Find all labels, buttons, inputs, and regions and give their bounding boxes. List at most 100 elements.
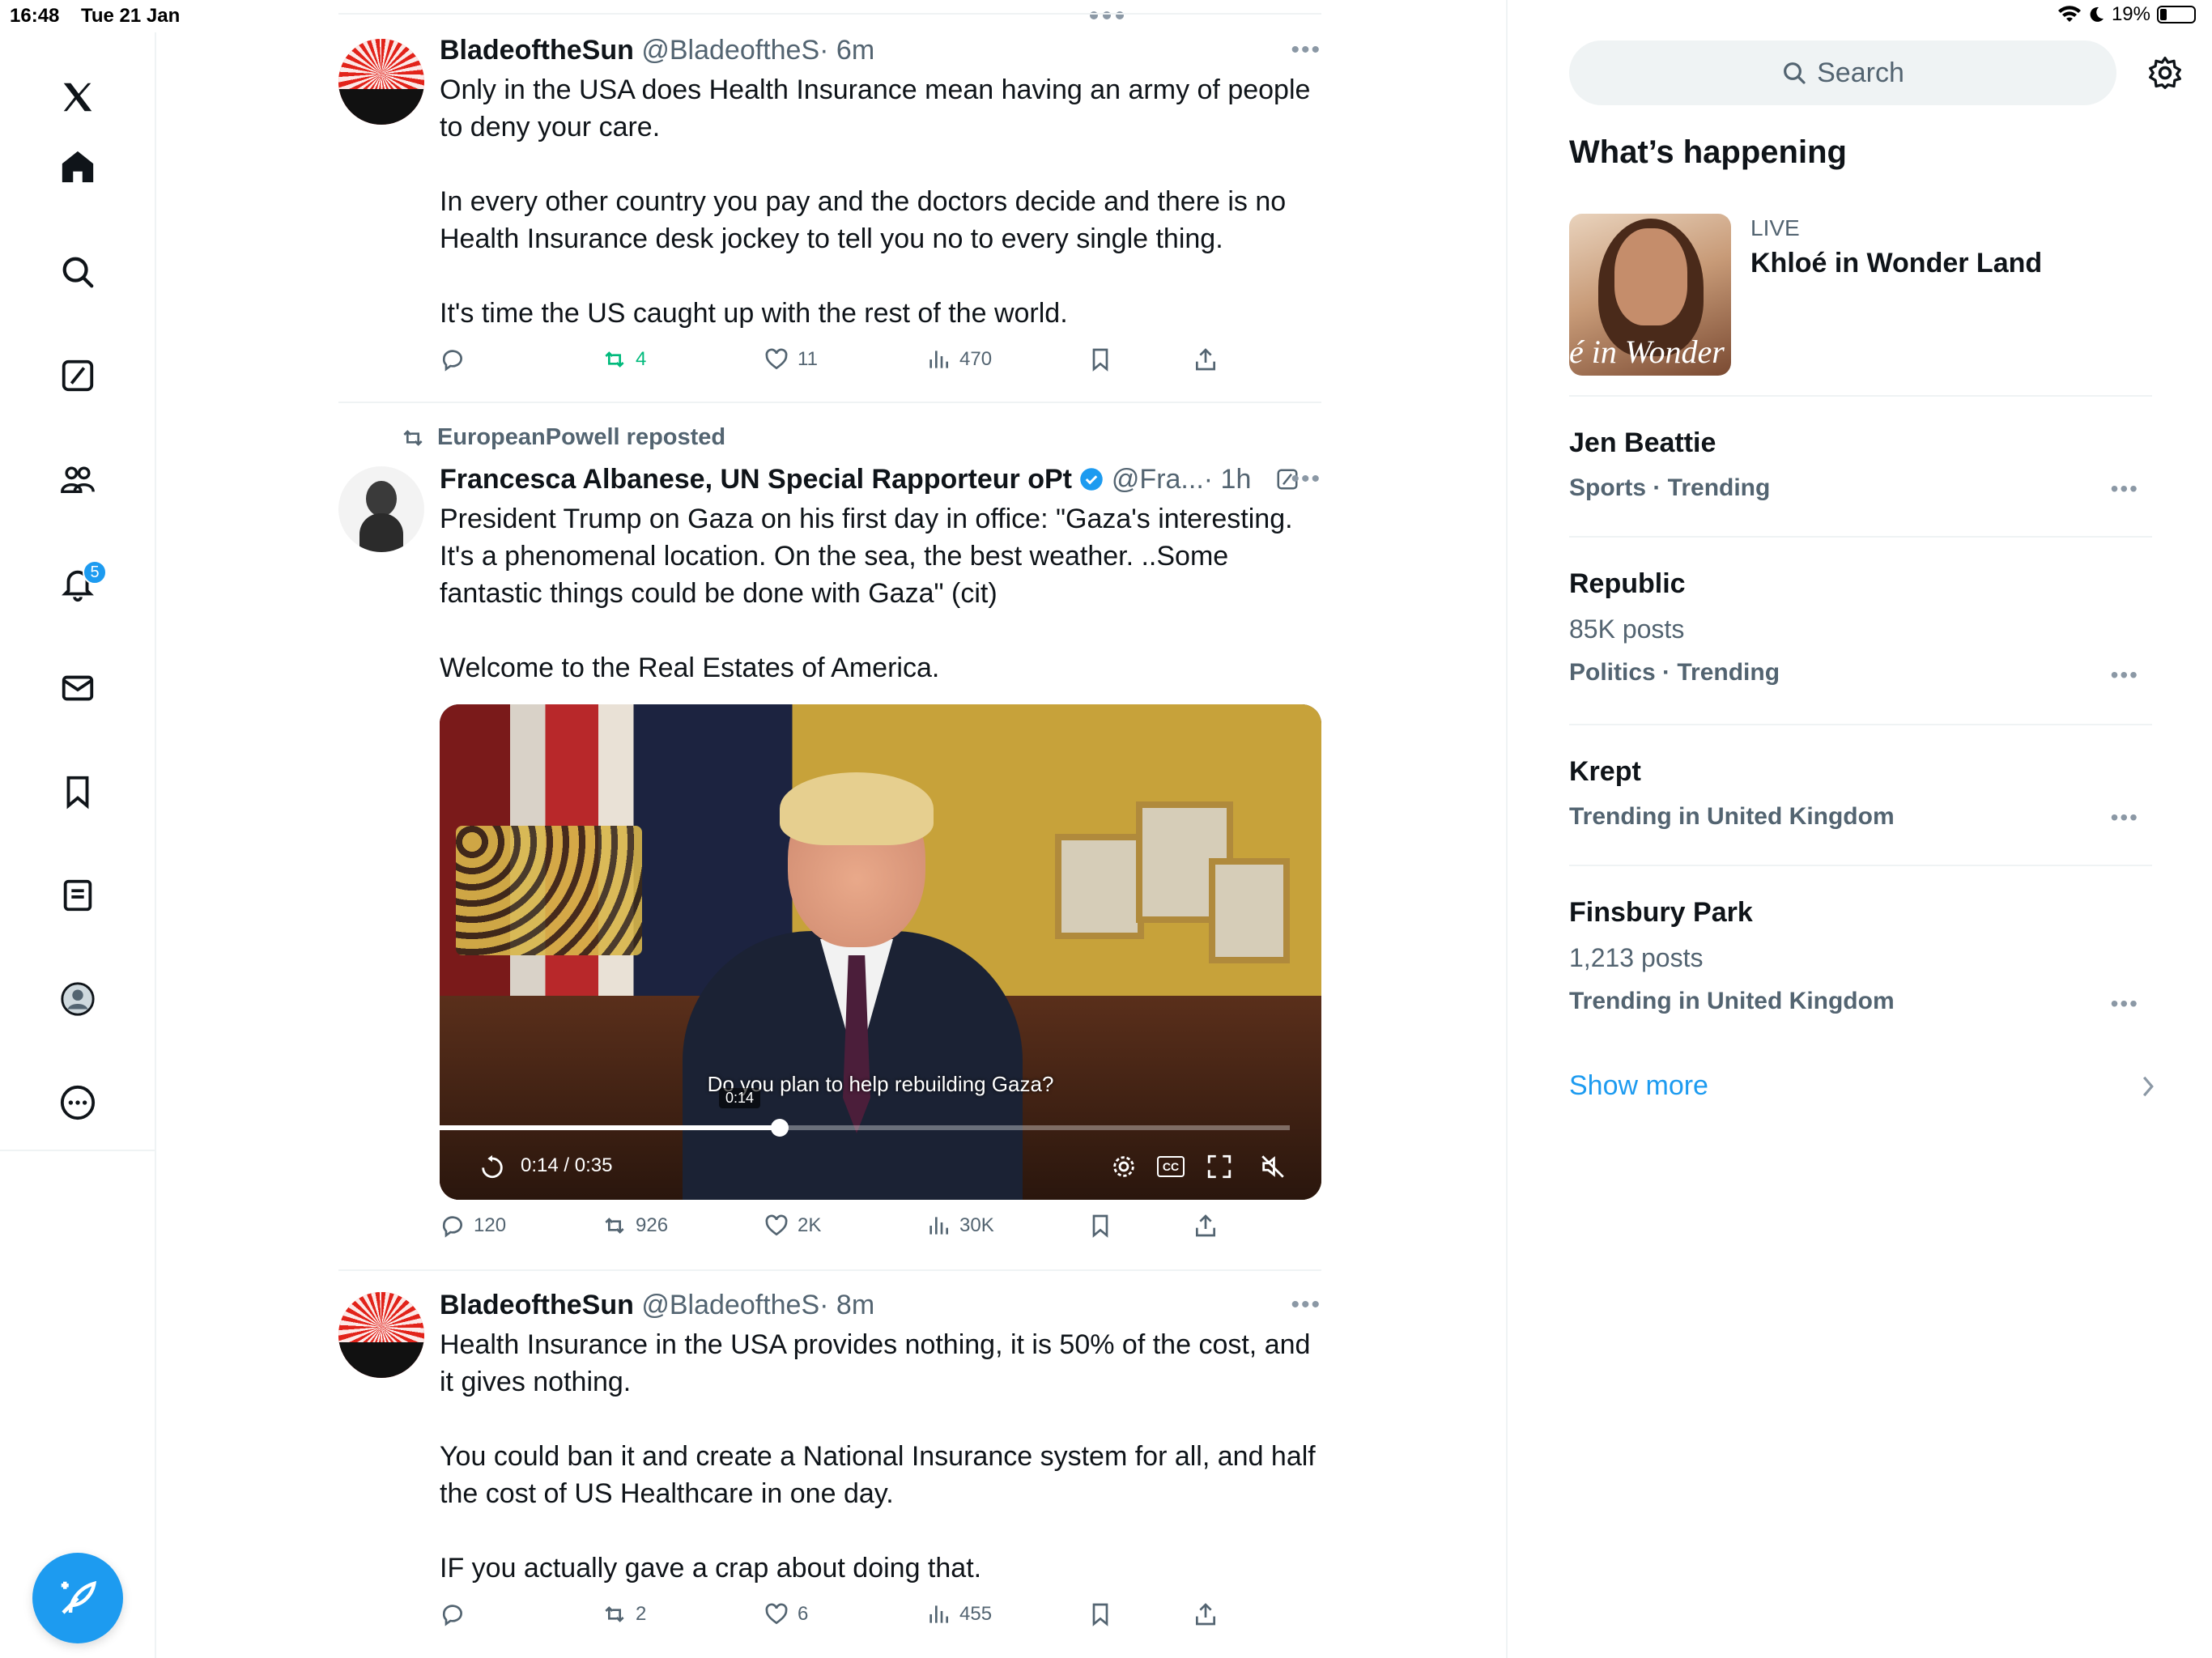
- like-count: 2K: [798, 1214, 822, 1236]
- like-button[interactable]: 11: [764, 346, 818, 372]
- live-title: Khloé in Wonder Land: [1750, 248, 2043, 278]
- more-options-icon[interactable]: •••: [1291, 1287, 1321, 1323]
- search-placeholder: Search: [1817, 57, 1904, 88]
- video-scrub-handle[interactable]: [771, 1119, 789, 1137]
- more-options-icon[interactable]: •••: [2111, 991, 2139, 1017]
- video-current-time: 0:14: [521, 1154, 559, 1176]
- views-button[interactable]: 455: [925, 1601, 992, 1627]
- more-options-icon[interactable]: •••: [2111, 805, 2139, 831]
- chevron-right-icon: [2142, 1076, 2154, 1097]
- tweet[interactable]: EuropeanPowell reposted Francesca Albane…: [338, 403, 1321, 1271]
- author-name[interactable]: BladeoftheSun: [440, 35, 634, 66]
- author-handle[interactable]: @Fra...: [1112, 464, 1204, 495]
- views-button[interactable]: 470: [925, 346, 992, 372]
- divider: [1569, 395, 2152, 397]
- avatar[interactable]: [338, 466, 424, 552]
- reply-count: 120: [474, 1214, 507, 1236]
- communities-icon[interactable]: [53, 455, 102, 504]
- tweet-text: President Trump on Gaza on his first day…: [440, 504, 1293, 683]
- reposted-by-text: EuropeanPowell reposted: [437, 424, 726, 450]
- compose-post-button[interactable]: [32, 1553, 123, 1643]
- show-more-link[interactable]: Show more: [1569, 1070, 1708, 1102]
- whats-happening-title: What’s happening: [1569, 134, 1847, 170]
- author-handle[interactable]: @BladeoftheS: [641, 1290, 819, 1320]
- repost-button[interactable]: 4: [602, 346, 646, 372]
- avatar[interactable]: [338, 1292, 424, 1378]
- settings-gear-icon[interactable]: [2147, 55, 2183, 91]
- scrub-time-tooltip: 0:14: [719, 1088, 761, 1108]
- reply-button[interactable]: 120: [440, 1213, 506, 1239]
- like-button[interactable]: 2K: [764, 1213, 821, 1239]
- more-options-icon[interactable]: •••: [2111, 662, 2139, 688]
- divider: [1569, 536, 2152, 538]
- repost-icon: [605, 1606, 624, 1622]
- more-icon[interactable]: [53, 1078, 102, 1127]
- video-time: 0:14 / 0:35: [521, 1154, 612, 1177]
- reply-button[interactable]: [440, 1601, 466, 1627]
- bookmark-button[interactable]: [1087, 1601, 1113, 1627]
- messages-icon[interactable]: [53, 664, 102, 712]
- share-button[interactable]: [1193, 1213, 1219, 1239]
- status-date: Tue 21 Jan: [81, 5, 181, 27]
- lists-icon[interactable]: [53, 871, 102, 920]
- repost-icon: [605, 1218, 624, 1234]
- author-name[interactable]: Francesca Albanese, UN Special Rapporteu…: [440, 464, 1072, 495]
- search-input[interactable]: Search: [1569, 40, 2116, 105]
- muted-speaker-icon[interactable]: [1259, 1153, 1287, 1180]
- search-icon[interactable]: [53, 248, 102, 296]
- tweet[interactable]: BladeoftheSun @BladeoftheS· 6m ••• Only …: [338, 15, 1321, 403]
- author-handle[interactable]: @BladeoftheS: [641, 35, 819, 66]
- more-options-icon[interactable]: •••: [1291, 32, 1321, 68]
- trend-title: Republic: [1569, 568, 1686, 599]
- live-event-card[interactable]: é in Wonder L LIVE Khloé in Wonder Land: [1569, 214, 2160, 376]
- more-options-icon[interactable]: •••: [2111, 476, 2139, 502]
- tweet-time[interactable]: · 1h: [1204, 464, 1252, 495]
- bookmark-button[interactable]: [1087, 1213, 1113, 1239]
- trend-item[interactable]: Republic 85K posts Politics · Trending •…: [1569, 567, 2152, 690]
- fullscreen-icon[interactable]: [1206, 1153, 1233, 1180]
- trend-item[interactable]: Krept Trending in United Kingdom •••: [1569, 755, 2152, 834]
- tweet-time[interactable]: · 6m: [819, 35, 874, 66]
- notifications-icon[interactable]: 5: [53, 560, 107, 609]
- video-controls: 0:14 / 0:35 CC: [440, 1148, 1321, 1188]
- like-button[interactable]: 6: [764, 1601, 808, 1627]
- author-name[interactable]: BladeoftheSun: [440, 1290, 634, 1320]
- share-icon: [1196, 1214, 1215, 1237]
- tweet-header: Francesca Albanese, UN Special Rapporteu…: [440, 461, 1321, 497]
- video-player[interactable]: Do you plan to help rebuilding Gaza? 0:1…: [440, 704, 1321, 1200]
- tweet-header: BladeoftheSun @BladeoftheS· 8m •••: [440, 1287, 1321, 1323]
- profile-avatar-icon[interactable]: [53, 975, 102, 1023]
- bookmark-button[interactable]: [1087, 346, 1113, 372]
- tweet[interactable]: BladeoftheSun @BladeoftheS· 8m ••• Healt…: [338, 1271, 1321, 1658]
- share-button[interactable]: [1193, 346, 1219, 372]
- reposted-by-line[interactable]: EuropeanPowell reposted: [400, 424, 725, 451]
- reply-icon: [442, 1605, 462, 1626]
- repost-icon: [403, 429, 423, 446]
- right-sidebar: Search What’s happening é in Wonder L LI…: [1506, 0, 2212, 1658]
- reply-button[interactable]: [440, 346, 466, 372]
- share-button[interactable]: [1193, 1601, 1219, 1627]
- repost-button[interactable]: 926: [602, 1213, 668, 1239]
- reply-icon: [442, 350, 462, 372]
- x-logo-icon[interactable]: [53, 73, 102, 121]
- left-nav: 5: [0, 32, 156, 1658]
- tweet-time[interactable]: · 8m: [819, 1290, 874, 1320]
- rewind-10-icon[interactable]: [479, 1153, 506, 1180]
- more-options-icon[interactable]: •••: [1291, 461, 1321, 497]
- tweet-actions: 2 6 455: [440, 1601, 1321, 1637]
- like-count: 11: [798, 348, 818, 370]
- avatar[interactable]: [338, 39, 424, 125]
- settings-gear-icon[interactable]: [1110, 1153, 1138, 1180]
- trend-meta: Politics · Trending: [1569, 659, 1780, 686]
- home-icon[interactable]: [53, 142, 102, 191]
- views-button[interactable]: 30K: [925, 1213, 994, 1239]
- captions-cc-icon[interactable]: CC: [1157, 1156, 1185, 1177]
- trend-item[interactable]: Jen Beattie Sports · Trending •••: [1569, 426, 2152, 505]
- video-progress-bar[interactable]: [440, 1119, 1290, 1137]
- repost-button[interactable]: 2: [602, 1601, 646, 1627]
- grok-icon[interactable]: [53, 351, 102, 400]
- bookmarks-icon[interactable]: [53, 767, 102, 816]
- divider: [1569, 865, 2152, 866]
- trend-item[interactable]: Finsbury Park 1,213 posts Trending in Un…: [1569, 895, 2152, 1018]
- nav-divider: [0, 1150, 156, 1151]
